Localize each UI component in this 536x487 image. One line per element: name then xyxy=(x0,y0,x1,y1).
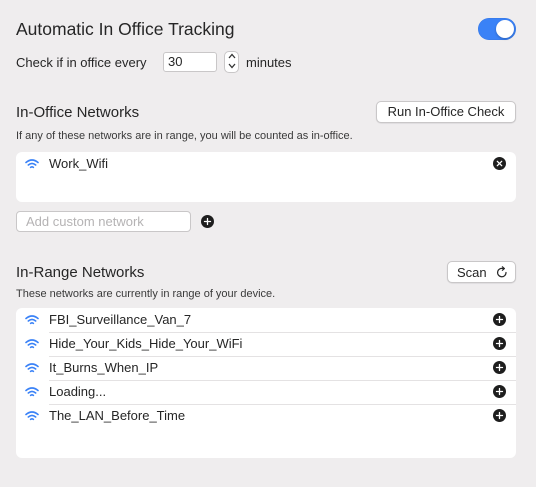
add-circle-icon[interactable] xyxy=(493,313,506,326)
interval-suffix-label: minutes xyxy=(246,55,292,70)
add-circle-icon[interactable] xyxy=(493,361,506,374)
add-circle-icon[interactable] xyxy=(493,337,506,350)
run-in-office-check-button[interactable]: Run In-Office Check xyxy=(376,101,516,123)
list-item[interactable]: Work_Wifi xyxy=(16,152,516,176)
network-name: Hide_Your_Kids_Hide_Your_WiFi xyxy=(49,336,243,351)
wifi-icon xyxy=(25,313,39,325)
in-office-network-list: Work_Wifi xyxy=(16,152,516,202)
list-item[interactable]: It_Burns_When_IP xyxy=(16,356,516,380)
interval-prefix-label: Check if in office every xyxy=(16,55,147,70)
interval-input[interactable]: 30 xyxy=(163,52,217,72)
in-office-section-title: In-Office Networks xyxy=(16,104,140,121)
list-item[interactable]: The_LAN_Before_Time xyxy=(16,404,516,428)
wifi-icon xyxy=(25,409,39,421)
add-circle-icon[interactable] xyxy=(493,409,506,422)
list-item[interactable]: FBI_Surveillance_Van_7 xyxy=(16,308,516,332)
in-range-network-list: FBI_Surveillance_Van_7 Hide_Your_Kids_Hi… xyxy=(16,308,516,458)
wifi-icon xyxy=(25,385,39,397)
chevron-down-icon[interactable] xyxy=(225,62,238,72)
network-name: The_LAN_Before_Time xyxy=(49,408,186,423)
network-name: It_Burns_When_IP xyxy=(49,360,159,375)
in-range-description: These networks are currently in range of… xyxy=(16,288,276,300)
toggle-knob xyxy=(496,20,514,38)
wifi-icon xyxy=(25,337,39,349)
scan-button-label: Scan xyxy=(457,265,487,280)
wifi-icon xyxy=(25,361,39,373)
add-circle-icon[interactable] xyxy=(493,385,506,398)
chevron-up-icon[interactable] xyxy=(225,52,238,62)
list-item[interactable]: Loading... xyxy=(16,380,516,404)
remove-circle-icon[interactable] xyxy=(493,157,506,170)
refresh-icon xyxy=(496,266,508,282)
in-range-section-title: In-Range Networks xyxy=(16,264,145,281)
network-name: Loading... xyxy=(49,384,107,399)
network-name: Work_Wifi xyxy=(49,156,108,171)
page-title: Automatic In Office Tracking xyxy=(16,19,235,39)
tracking-toggle[interactable] xyxy=(478,18,516,40)
in-office-description: If any of these networks are in range, y… xyxy=(16,130,353,142)
scan-button[interactable]: Scan xyxy=(447,261,516,283)
list-item[interactable]: Hide_Your_Kids_Hide_Your_WiFi xyxy=(16,332,516,356)
wifi-icon xyxy=(25,157,39,169)
custom-network-input[interactable] xyxy=(16,211,191,232)
add-circle-icon[interactable] xyxy=(201,215,214,228)
interval-stepper[interactable] xyxy=(224,51,239,73)
network-name: FBI_Surveillance_Van_7 xyxy=(49,312,192,327)
